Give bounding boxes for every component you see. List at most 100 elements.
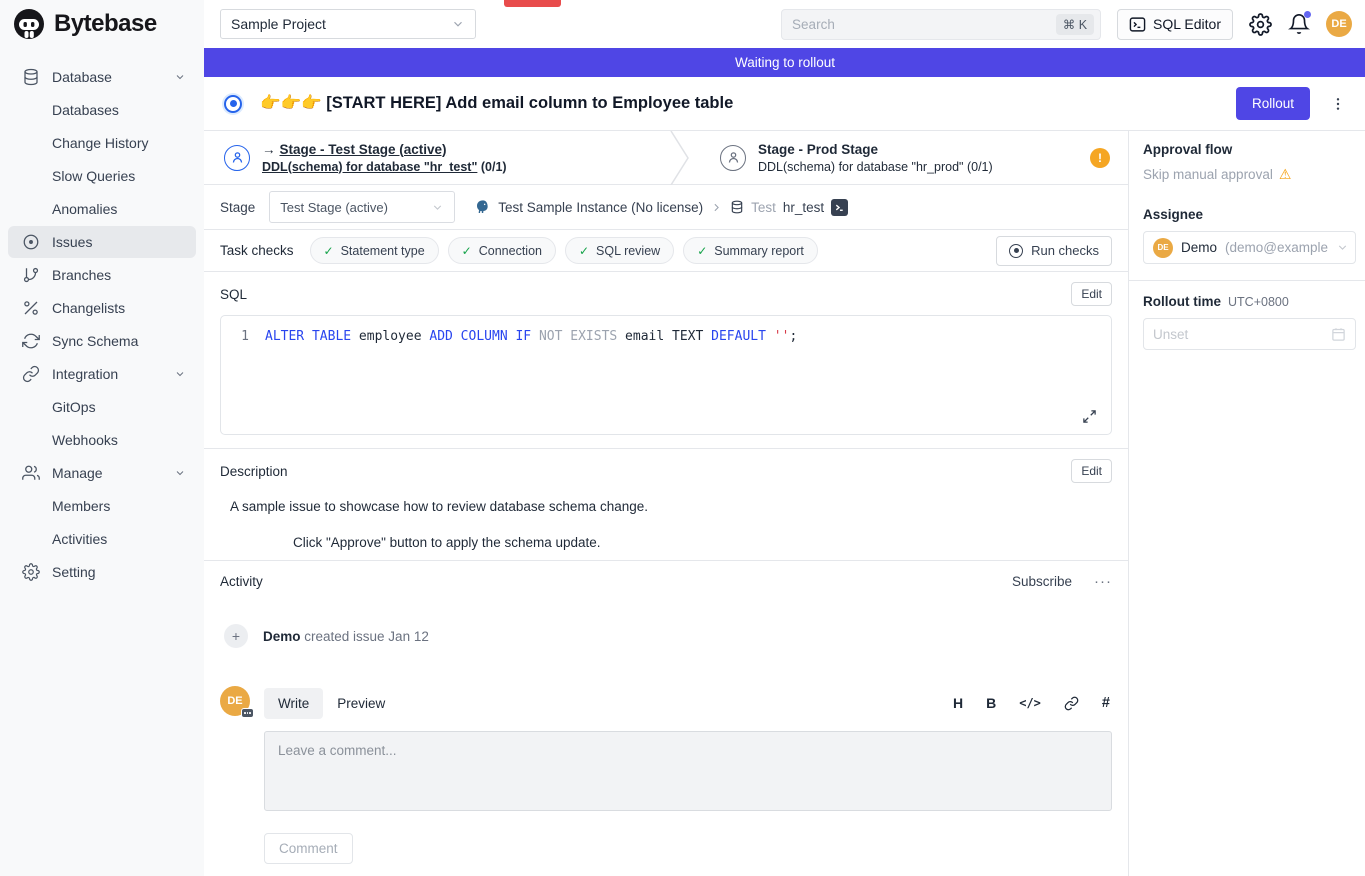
sidebar-item-change-history[interactable]: Change History [8,127,196,159]
sql-label: SQL [220,287,247,302]
stage-card-test[interactable]: →Stage - Test Stage (active) DDL(schema)… [204,131,656,184]
comment-submit-button[interactable]: Comment [264,833,353,864]
user-avatar[interactable]: DE [1326,11,1352,37]
sidebar-item-branches[interactable]: Branches [8,259,196,291]
notification-dot [1304,11,1311,18]
assignee-label: Assignee [1143,207,1356,222]
issue-header: 👉👉👉 [START HERE] Add email column to Emp… [204,77,1365,131]
issue-status-icon [224,95,242,113]
heading-format-icon[interactable]: H [953,695,963,711]
hash-format-icon[interactable]: # [1102,695,1110,711]
sidebar-item-slow-queries[interactable]: Slow Queries [8,160,196,192]
main-content: →Stage - Test Stage (active) DDL(schema)… [204,131,1128,876]
search-input[interactable]: ⌘ K [781,9,1101,40]
panel-divider [1129,280,1365,281]
rollout-time-picker[interactable] [1143,318,1356,350]
check-summary-report[interactable]: ✓ Summary report [683,237,818,264]
sql-edit-button[interactable]: Edit [1071,282,1112,306]
sidebar-item-issues[interactable]: Issues [8,226,196,258]
sidebar-nav: Database Databases Change History Slow Q… [0,48,204,588]
open-sql-editor-icon[interactable] [831,199,848,216]
sidebar-item-webhooks[interactable]: Webhooks [8,424,196,456]
app-root: Bytebase Database Databases Change Histo… [0,0,1365,876]
sidebar-item-setting[interactable]: Setting [8,556,196,588]
status-banner: Waiting to rollout [204,48,1365,77]
check-pass-icon: ✓ [462,244,472,258]
description-text: A sample issue to showcase how to review… [230,499,1112,514]
assignee-select[interactable]: DE Demo (demo@example [1143,231,1356,264]
search-field[interactable] [792,17,1056,32]
stage-pipeline: →Stage - Test Stage (active) DDL(schema)… [204,131,1128,185]
sidebar-item-databases[interactable]: Databases [8,94,196,126]
activity-entry: + Demo created issue Jan 12 [224,624,1112,648]
bytebase-logo-icon [12,7,46,41]
chat-bubble-icon [241,708,254,718]
warning-triangle-icon: ⚠ [1279,166,1292,183]
expand-editor-icon[interactable] [1082,409,1097,424]
settings-gear-icon[interactable] [1249,13,1272,36]
link-format-icon[interactable] [1064,696,1079,711]
sidebar-item-integration[interactable]: Integration [8,358,196,390]
changelist-icon [22,299,40,317]
terminal-icon [1129,16,1146,33]
more-actions-icon[interactable] [1326,92,1350,116]
chevron-down-icon [431,201,444,214]
description-edit-button[interactable]: Edit [1071,459,1112,483]
activity-more-icon[interactable]: ··· [1094,573,1112,590]
check-connection[interactable]: ✓ Connection [448,237,556,264]
clipped-red-element [504,0,561,7]
actor-name: Demo [263,629,301,644]
sidebar-item-changelists[interactable]: Changelists [8,292,196,324]
database-icon [730,200,744,214]
sql-editor[interactable]: 1 ALTER TABLE employee ADD COLUMN IF NOT… [220,315,1112,435]
issue-side-panel: Approval flow Skip manual approval ⚠ Ass… [1128,131,1365,876]
bold-format-icon[interactable]: B [986,695,996,711]
project-select[interactable]: Sample Project [220,9,476,39]
line-number: 1 [221,327,265,346]
sidebar-item-manage[interactable]: Manage [8,457,196,489]
gear-icon [22,563,40,581]
rollout-time-field[interactable] [1153,327,1331,342]
issues-icon [22,233,40,251]
tab-preview[interactable]: Preview [323,688,399,719]
database-breadcrumb: Test Sample Instance (No license) Test h… [475,199,848,216]
environment-name: Test [751,200,776,215]
issue-title: 👉👉👉 [START HERE] Add email column to Emp… [260,94,733,113]
stage-separator [670,131,690,185]
notification-bell-icon[interactable] [1288,13,1310,35]
activity-section: Activity Subscribe ··· + Demo created is… [204,560,1128,876]
check-pass-icon: ✓ [579,244,589,258]
tab-write[interactable]: Write [264,688,323,719]
stage-card-prod[interactable]: Stage - Prod Stage DDL(schema) for datab… [700,131,993,184]
activity-label: Activity [220,574,263,589]
sidebar-item-gitops[interactable]: GitOps [8,391,196,423]
brand-logo[interactable]: Bytebase [0,0,204,48]
person-icon [224,145,250,171]
run-checks-button[interactable]: Run checks [996,236,1112,266]
stage-select[interactable]: Test Stage (active) [269,191,455,223]
check-statement-type[interactable]: ✓ Statement type [310,237,439,264]
subscribe-button[interactable]: Subscribe [1012,574,1072,589]
sidebar-item-members[interactable]: Members [8,490,196,522]
chevron-down-icon [174,467,186,479]
sql-editor-button[interactable]: SQL Editor [1117,9,1233,40]
comment-input[interactable] [264,731,1112,811]
comment-avatar: DE [220,686,250,716]
task-checks-row: Task checks ✓ Statement type ✓ Connectio… [204,230,1128,272]
sidebar-item-anomalies[interactable]: Anomalies [8,193,196,225]
run-icon [1009,244,1023,258]
database-name[interactable]: hr_test [783,200,824,215]
rollout-button[interactable]: Rollout [1236,87,1310,120]
instance-name[interactable]: Test Sample Instance (No license) [498,200,703,215]
comment-tabs: Write Preview H B </> # [264,686,1112,720]
approval-flow-label: Approval flow [1143,142,1356,157]
chevron-down-icon [174,368,186,380]
database-icon [22,68,40,86]
brand-name: Bytebase [54,10,157,38]
check-sql-review[interactable]: ✓ SQL review [565,237,674,264]
sidebar-item-sync-schema[interactable]: Sync Schema [8,325,196,357]
sidebar-item-database[interactable]: Database [8,61,196,93]
sidebar-item-activities[interactable]: Activities [8,523,196,555]
code-format-icon[interactable]: </> [1019,696,1041,710]
search-shortcut-badge: ⌘ K [1056,14,1094,35]
